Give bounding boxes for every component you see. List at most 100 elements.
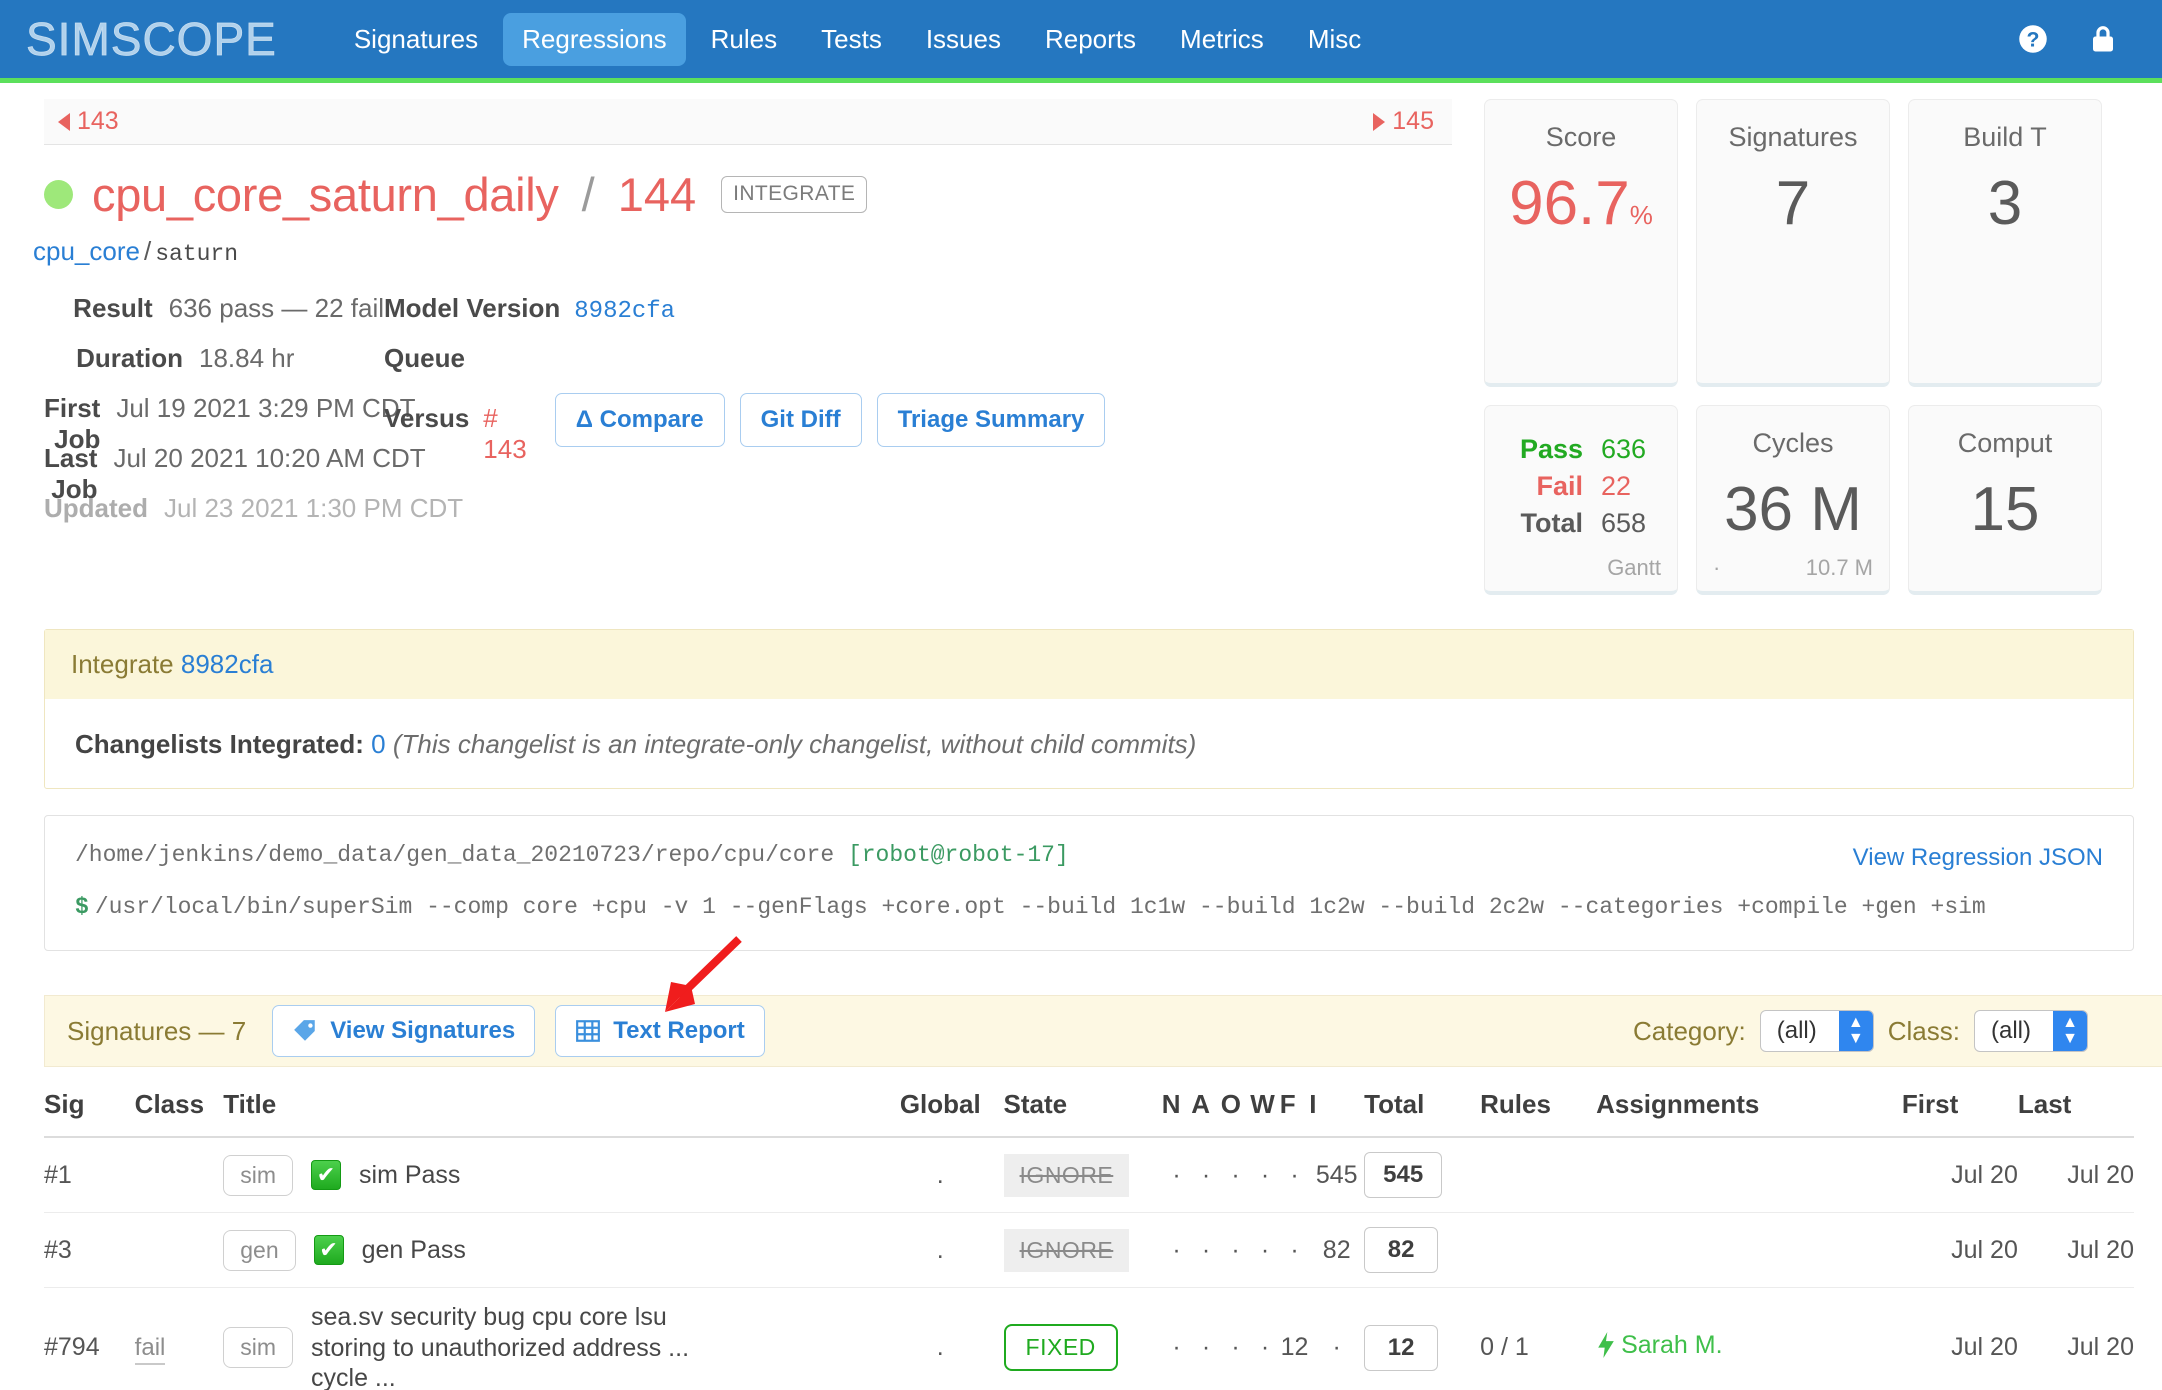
- triangle-left-icon: [58, 112, 70, 131]
- header-assignments[interactable]: Assignments: [1596, 1089, 1902, 1138]
- row-o: ·: [1220, 1287, 1251, 1390]
- header-i[interactable]: I: [1309, 1089, 1365, 1138]
- integrate-panel: Integrate 8982cfa Changelists Integrated…: [44, 629, 2134, 789]
- table-row[interactable]: #794 fail sim sea.sv security bug cpu co…: [44, 1287, 2134, 1390]
- status-badge[interactable]: IGNORE: [1003, 1153, 1130, 1197]
- class-filter-select[interactable]: (all) ▲ ▼: [1974, 1010, 2088, 1052]
- header-f[interactable]: F: [1279, 1089, 1310, 1138]
- text-report-button[interactable]: Text Report: [555, 1005, 765, 1057]
- card-build-time-value: 3: [1987, 169, 2023, 238]
- class-filter-value: (all): [1991, 1017, 2031, 1044]
- table-grid-icon: [576, 1020, 601, 1042]
- row-class-pill: gen: [223, 1229, 296, 1271]
- header-global[interactable]: Global: [877, 1089, 1004, 1138]
- meta-row-first-job: First Job Jul 19 2021 3:29 PM CDT: [44, 393, 416, 454]
- regression-name[interactable]: cpu_core_saturn_daily: [92, 167, 559, 222]
- row-title-text[interactable]: gen Pass: [362, 1235, 466, 1266]
- nav-item-signatures[interactable]: Signatures: [335, 13, 497, 66]
- row-title-text[interactable]: sim Pass: [359, 1160, 460, 1191]
- class-filter-label: Class:: [1887, 1015, 1960, 1046]
- meta-value-result: 636 pass — 22 fail: [168, 293, 384, 323]
- header-sig[interactable]: Sig: [44, 1089, 135, 1138]
- compare-button[interactable]: Δ Compare: [554, 393, 725, 447]
- row-sig[interactable]: #3: [44, 1212, 135, 1288]
- header-class[interactable]: Class: [134, 1089, 224, 1138]
- header-first[interactable]: First: [1901, 1089, 2018, 1138]
- row-sig[interactable]: #794: [44, 1287, 135, 1390]
- card-cycles-title: Cycles: [1752, 428, 1834, 458]
- row-sig[interactable]: #1: [44, 1137, 135, 1213]
- breadcrumb-root[interactable]: cpu_core: [33, 236, 140, 266]
- header-total[interactable]: Total: [1364, 1089, 1481, 1138]
- status-badge[interactable]: FIXED: [1003, 1324, 1118, 1372]
- row-class: [134, 1212, 224, 1288]
- row-state: IGNORE: [1003, 1137, 1162, 1213]
- card-pass-row: Pass 636: [1485, 434, 1677, 465]
- card-cycles-foot-left: ·: [1713, 555, 1721, 580]
- regression-number[interactable]: 144: [618, 167, 696, 222]
- git-diff-button[interactable]: Git Diff: [739, 393, 862, 447]
- table-row[interactable]: #1 sim ✔ sim Pass . IGNORE · · · · · 545…: [44, 1137, 2134, 1213]
- category-filter-label: Category:: [1633, 1015, 1746, 1046]
- assignment-chip[interactable]: Sarah M.: [1596, 1331, 1723, 1360]
- meta-value-versus[interactable]: # 143: [483, 403, 526, 465]
- lock-icon[interactable]: [2088, 24, 2118, 54]
- row-total-box[interactable]: 12: [1364, 1324, 1439, 1371]
- table-row[interactable]: #3 gen ✔ gen Pass . IGNORE · · · · · 82 …: [44, 1212, 2134, 1288]
- nav-item-reports[interactable]: Reports: [1026, 13, 1155, 66]
- row-title-text[interactable]: sea.sv security bug cpu core lsu storing…: [311, 1302, 731, 1390]
- changelists-integrated-count[interactable]: 0: [371, 729, 385, 759]
- header-last[interactable]: Last: [2017, 1089, 2134, 1138]
- row-i: 545: [1309, 1137, 1365, 1213]
- view-regression-json-link[interactable]: View Regression JSON: [1853, 844, 2103, 872]
- integrate-commit-link[interactable]: 8982cfa: [181, 649, 274, 679]
- category-filter-select[interactable]: (all) ▲ ▼: [1759, 1010, 1874, 1052]
- row-first: Jul 20: [1901, 1212, 2018, 1288]
- nav-right-actions: ?: [2018, 24, 2136, 54]
- nav-item-rules[interactable]: Rules: [692, 13, 796, 66]
- question-circle-icon[interactable]: ?: [2018, 24, 2048, 54]
- header-w[interactable]: W: [1250, 1089, 1280, 1138]
- header-a[interactable]: A: [1191, 1089, 1221, 1138]
- nav-item-issues[interactable]: Issues: [907, 13, 1020, 66]
- card-signatures-title: Signatures: [1728, 122, 1858, 152]
- app-logo[interactable]: SIMSCOPE: [26, 16, 277, 63]
- row-w: ·: [1250, 1287, 1280, 1390]
- card-fail-label: Fail: [1536, 471, 1583, 501]
- card-total-value: 658: [1601, 508, 1647, 538]
- header-n[interactable]: N: [1161, 1089, 1192, 1138]
- card-compute: Comput 15: [1908, 405, 2102, 595]
- row-total-box[interactable]: 82: [1364, 1227, 1439, 1273]
- card-pass-label: Pass: [1519, 434, 1583, 464]
- view-signatures-button[interactable]: View Signatures: [272, 1005, 536, 1057]
- integrate-label: Integrate: [71, 649, 174, 679]
- header-rules[interactable]: Rules: [1480, 1089, 1597, 1138]
- pager-prev[interactable]: 143: [58, 107, 119, 136]
- header-title[interactable]: Title: [223, 1089, 878, 1138]
- nav-item-regressions[interactable]: Regressions: [503, 12, 686, 66]
- row-last: Jul 20: [2017, 1287, 2134, 1390]
- nav-item-misc[interactable]: Misc: [1289, 13, 1380, 66]
- row-i: ·: [1309, 1287, 1365, 1390]
- card-cycles-value: 36 M: [1724, 475, 1862, 544]
- header-state[interactable]: State: [1003, 1089, 1162, 1138]
- status-badge[interactable]: IGNORE: [1003, 1228, 1130, 1272]
- meta-row-result: Result 636 pass — 22 fail: [44, 293, 384, 343]
- pager-next[interactable]: 145: [1373, 107, 1434, 136]
- view-signatures-label: View Signatures: [330, 1017, 516, 1044]
- nav-item-tests[interactable]: Tests: [802, 13, 901, 66]
- triage-summary-button[interactable]: Triage Summary: [876, 393, 1106, 447]
- nav-item-metrics[interactable]: Metrics: [1161, 13, 1283, 66]
- meta-row-updated: Updated Jul 23 2021 1:30 PM CDT: [44, 493, 463, 543]
- card-score-unit: %: [1629, 200, 1653, 230]
- row-a: ·: [1191, 1287, 1221, 1390]
- row-global: .: [877, 1212, 1004, 1288]
- meta-value-model-version[interactable]: 8982cfa: [574, 298, 675, 325]
- row-last: Jul 20: [2017, 1137, 2134, 1213]
- card-score-number: 96.7: [1509, 169, 1630, 238]
- header-o[interactable]: O: [1220, 1089, 1251, 1138]
- card-pass-fail: Pass 636 Fail 22 Total 658 Gantt: [1484, 405, 1678, 595]
- signature-filters: Category: (all) ▲ ▼ Class: (all) ▲ ▼: [1633, 1010, 2148, 1052]
- row-total-box[interactable]: 545: [1364, 1152, 1443, 1198]
- card-gantt-link[interactable]: Gantt: [1607, 555, 1661, 581]
